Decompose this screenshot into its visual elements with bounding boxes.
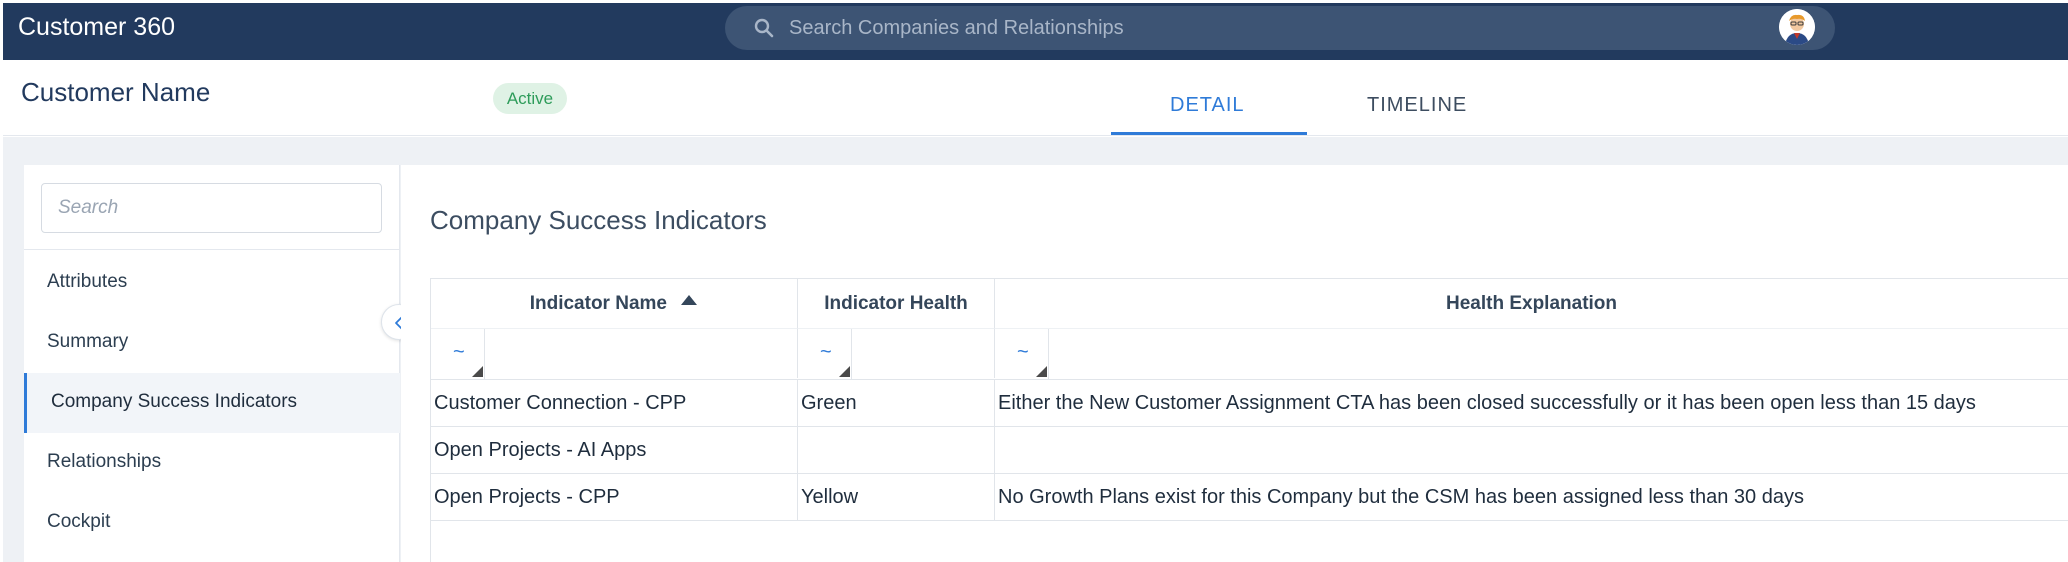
cell-indicator-health xyxy=(798,427,995,474)
indicators-table: Indicator Name Indicator Health Health E… xyxy=(430,278,2068,562)
filter-tilde-icon: ~ xyxy=(453,341,465,363)
sidebar: Search Attributes Summary Company Succes… xyxy=(24,165,400,562)
table-row[interactable]: Open Projects - CPP Yellow No Growth Pla… xyxy=(431,473,2068,521)
filter-dropdown-corner-icon xyxy=(1036,366,1047,377)
cell-indicator-health: Green xyxy=(798,380,995,427)
sidebar-item-attributes[interactable]: Attributes xyxy=(24,253,400,313)
customer-name-title: Customer Name xyxy=(21,77,211,107)
filter-tilde-icon: ~ xyxy=(820,341,832,363)
column-header-label: Health Explanation xyxy=(1445,293,1618,314)
sidebar-search-placeholder: Search xyxy=(58,197,119,218)
sidebar-divider xyxy=(24,249,400,250)
sidebar-item-label: Attributes xyxy=(47,271,128,292)
column-header-indicator-health[interactable]: Indicator Health xyxy=(798,279,995,328)
sidebar-item-relationships[interactable]: Relationships xyxy=(24,433,400,493)
sidebar-item-label: Cockpit xyxy=(47,511,111,532)
table-row[interactable]: Open Projects - AI Apps xyxy=(431,426,2068,474)
sidebar-item-company-success-indicators[interactable]: Company Success Indicators xyxy=(24,373,400,433)
cell-indicator-name: Open Projects - AI Apps xyxy=(431,427,798,474)
avatar-icon xyxy=(1779,9,1815,45)
page-header: Customer Name Active DETAIL TIMELINE xyxy=(3,60,2068,136)
filter-dropdown-corner-icon xyxy=(839,366,850,377)
active-tab-indicator xyxy=(1111,132,1307,135)
sort-ascending-icon xyxy=(681,294,698,305)
cell-indicator-name: Customer Connection - CPP xyxy=(431,380,798,427)
tab-detail[interactable]: DETAIL xyxy=(1170,94,1245,117)
search-placeholder: Search Companies and Relationships xyxy=(789,17,1124,39)
sidebar-item-label: Relationships xyxy=(47,451,162,472)
sidebar-item-cockpit[interactable]: Cockpit xyxy=(24,493,400,553)
tab-timeline[interactable]: TIMELINE xyxy=(1367,94,1467,117)
sidebar-item-label: Company Success Indicators xyxy=(51,391,298,412)
filter-button[interactable]: ~ xyxy=(431,329,485,379)
filter-cell-indicator-health: ~ xyxy=(798,328,995,379)
sidebar-item-summary[interactable]: Summary xyxy=(24,313,400,373)
filter-cell-indicator-name: ~ xyxy=(431,328,798,379)
cell-health-explanation xyxy=(995,427,2068,474)
filter-cell-health-explanation: ~ xyxy=(995,328,2068,379)
filter-tilde-icon: ~ xyxy=(1017,341,1029,363)
filter-dropdown-corner-icon xyxy=(472,366,483,377)
search-icon xyxy=(754,18,774,38)
top-navbar: Customer 360 Search Companies and Relati… xyxy=(3,3,2068,60)
status-badge: Active xyxy=(493,83,567,114)
app-title: Customer 360 xyxy=(18,13,176,41)
column-header-label: Indicator Health xyxy=(824,293,968,314)
main-panel: Company Success Indicators Indicator Nam… xyxy=(401,165,2068,562)
column-header-label: Indicator Name xyxy=(529,293,667,314)
column-header-health-explanation[interactable]: Health Explanation xyxy=(995,279,2068,328)
filter-button[interactable]: ~ xyxy=(798,329,852,379)
filter-button[interactable]: ~ xyxy=(995,329,1049,379)
cell-health-explanation: Either the New Customer Assignment CTA h… xyxy=(995,380,2068,427)
sidebar-search-input[interactable]: Search xyxy=(41,183,382,233)
user-avatar[interactable] xyxy=(1779,9,1815,45)
column-header-indicator-name[interactable]: Indicator Name xyxy=(431,279,798,328)
cell-indicator-name: Open Projects - CPP xyxy=(431,474,798,521)
global-search-input[interactable]: Search Companies and Relationships xyxy=(725,6,1835,50)
table-row[interactable]: Customer Connection - CPP Green Either t… xyxy=(431,379,2068,427)
cell-health-explanation: No Growth Plans exist for this Company b… xyxy=(995,474,2068,521)
table-bottom-border xyxy=(431,520,2068,521)
section-title: Company Success Indicators xyxy=(430,205,767,235)
sidebar-item-label: Summary xyxy=(47,331,129,352)
cell-indicator-health: Yellow xyxy=(798,474,995,521)
